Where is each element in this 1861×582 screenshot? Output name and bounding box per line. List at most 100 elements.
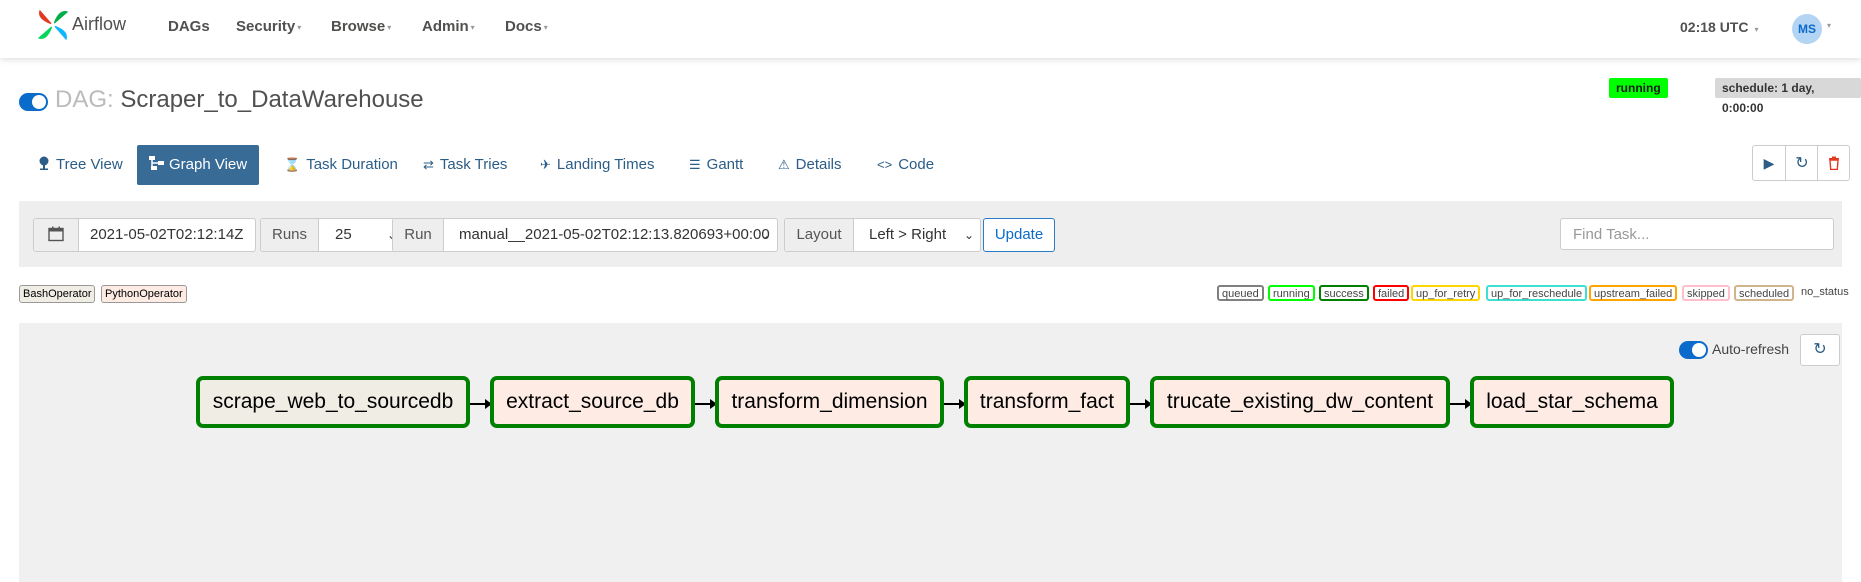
update-button[interactable]: Update [983,218,1055,252]
graph-toolbar: 2021-05-02T02:12:14Z Runs 25 ⌄ Run manua… [19,201,1842,267]
chevron-down-icon: ▾ [1754,25,1759,34]
navbar: Airflow DAGs Security ▾ Browse ▾ Admin ▾ Do… [0,0,1861,58]
brand-name[interactable]: Airflow [72,14,126,35]
nav-docs-label: Docs [505,18,542,35]
status-badge: running [1609,78,1668,98]
refresh-icon: ↻ [1795,155,1809,172]
tab-details[interactable]: ⚠ Details [766,145,854,185]
dag-graph-canvas[interactable] [19,323,1842,582]
nav-dags-label: DAGs [168,18,210,35]
task-node[interactable]: transform_fact [964,376,1130,428]
chevron-down-icon[interactable]: ⌄ [760,219,770,251]
legend-state-skipped[interactable]: skipped [1682,285,1730,301]
tab-label: Tree View [56,156,123,173]
nav-security-label: Security [236,18,296,35]
nav-browse[interactable]: Browse ▾ [331,18,391,35]
tab-task-tries[interactable]: ⇄ Task Tries [411,145,519,185]
legend-state-failed[interactable]: failed [1373,285,1410,301]
nav-admin[interactable]: Admin ▾ [422,18,475,35]
tab-label: Code [898,156,935,173]
nav-docs[interactable]: Docs ▾ [505,18,548,35]
tab-label: Task Tries [439,156,508,173]
chevron-down-icon: ▾ [297,22,302,32]
tree-icon [39,156,49,170]
nav-browse-label: Browse [331,18,386,35]
avatar[interactable]: MS [1792,14,1822,44]
task-node[interactable]: load_star_schema [1470,376,1674,428]
run-label: Run [393,219,444,251]
trigger-dag-button[interactable]: ▶ [1753,146,1785,180]
auto-refresh-label: Auto-refresh [1712,341,1790,357]
chevron-down-icon[interactable]: ▾ [1827,21,1831,30]
tab-label: Landing Times [556,156,655,173]
refresh-dag-button[interactable]: ↻ [1785,146,1818,180]
trash-icon [1829,156,1839,171]
plane-landing-icon: ✈ [540,157,551,172]
task-node[interactable]: scrape_web_to_sourcedb [196,376,470,428]
task-node[interactable]: extract_source_db [490,376,695,428]
graph-icon [149,156,164,170]
legend-operator-bash[interactable]: BashOperator [19,285,96,303]
layout-select-group: Layout Left > Right ⌄ [784,218,981,252]
runs-select-group: Runs 25 ⌄ [260,218,408,252]
dag-prefix: DAG: [55,86,114,113]
chevron-down-icon[interactable]: ⌄ [964,219,974,251]
runs-select[interactable]: 25 [335,219,352,251]
legend-state-up-for-reschedule[interactable]: up_for_reschedule [1486,285,1588,301]
play-icon: ▶ [1763,155,1775,171]
nav-security[interactable]: Security ▾ [236,18,301,35]
tab-label: Task Duration [306,156,398,173]
find-task-input[interactable]: Find Task... [1560,218,1834,250]
nav-dags[interactable]: DAGs [168,18,210,35]
page-title: DAG: Scraper_to_DataWarehouse [55,86,424,114]
schedule-badge: schedule: 1 day, 0:00:00 [1715,78,1861,115]
execution-date-input[interactable]: 2021-05-02T02:12:14Z [90,219,243,251]
dag-name: Scraper_to_DataWarehouse [120,86,424,113]
tab-graph-view[interactable]: Graph View [137,145,260,185]
legend-operator-python[interactable]: PythonOperator [101,285,187,303]
legend-state-running[interactable]: running [1268,285,1315,301]
auto-refresh-toggle[interactable] [1679,341,1708,359]
tab-code[interactable]: <> Code [865,145,946,185]
time-label: 02:18 UTC [1680,19,1749,35]
edge-arrow [695,399,717,409]
code-icon: <> [877,157,893,172]
legend-state-no-status[interactable]: no_status [1801,286,1849,298]
edge-arrow [1450,399,1472,409]
tab-label: Details [795,156,842,173]
edge-arrow [944,399,966,409]
gantt-icon: ☰ [689,157,701,172]
chevron-down-icon: ▾ [470,22,475,32]
tab-landing-times[interactable]: ✈ Landing Times [528,145,666,185]
dag-actions: ▶ ↻ [1752,145,1850,181]
tab-gantt[interactable]: ☰ Gantt [677,145,755,185]
run-select[interactable]: manual__2021-05-02T02:12:13.820693+00:00 [459,219,770,251]
refresh-icon: ↻ [1813,341,1827,358]
legend-state-upstream-failed[interactable]: upstream_failed [1589,285,1678,301]
task-node[interactable]: trucate_existing_dw_content [1150,376,1450,428]
chevron-down-icon: ▾ [543,22,548,32]
dag-pause-toggle[interactable] [19,93,48,111]
delete-dag-button[interactable] [1817,146,1850,180]
task-node[interactable]: transform_dimension [715,376,944,428]
calendar-icon-glyph [48,226,64,242]
tab-tree-view[interactable]: Tree View [26,145,135,185]
warning-icon: ⚠ [778,157,790,172]
airflow-logo-icon[interactable] [34,6,72,44]
refresh-graph-button[interactable]: ↻ [1800,334,1840,366]
calendar-icon[interactable] [34,219,79,251]
legend-state-success[interactable]: success [1319,285,1369,301]
time-dropdown[interactable]: 02:18 UTC ▾ [1680,19,1758,35]
legend-state-queued[interactable]: queued [1217,285,1264,301]
legend-state-up-for-retry[interactable]: up_for_retry [1411,285,1481,301]
execution-date-picker[interactable]: 2021-05-02T02:12:14Z [33,218,256,252]
tab-task-duration[interactable]: ⌛ Task Duration [272,145,410,185]
edge-arrow [470,399,492,409]
nav-admin-label: Admin [422,18,469,35]
run-select-group: Run manual__2021-05-02T02:12:13.820693+0… [392,218,778,252]
layout-label: Layout [785,219,854,251]
layout-select[interactable]: Left > Right [869,219,946,251]
hourglass-icon: ⌛ [284,157,301,172]
legend-state-scheduled[interactable]: scheduled [1734,285,1795,301]
runs-label: Runs [261,219,319,251]
